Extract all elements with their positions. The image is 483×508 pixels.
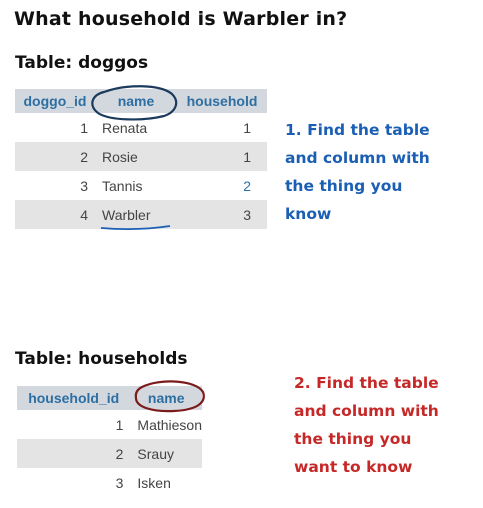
household-name-cell: Isken bbox=[137, 474, 171, 491]
doggos-table: doggo_id name household 1 Renata 1 2 Ros… bbox=[15, 89, 267, 229]
annotation-note-2: 2. Find the table and column with the th… bbox=[294, 374, 439, 476]
table-row: 3 Tannis 2 bbox=[15, 171, 267, 200]
household-id-cell: 3 bbox=[115, 474, 124, 491]
annotation-note-1: 1. Find the table and column with the th… bbox=[285, 121, 430, 223]
household-name-cell: Srauy bbox=[130, 439, 202, 468]
households-header-row: household_id name bbox=[17, 386, 202, 410]
table-row: 1 Renata 1 bbox=[15, 113, 267, 142]
doggos-col-name: name bbox=[95, 89, 177, 113]
table-row: 4 Warbler 3 bbox=[15, 200, 267, 229]
doggos-table-label: Table: doggos bbox=[15, 53, 149, 73]
household-id-cell: 1 bbox=[115, 416, 124, 433]
doggos-header-row: doggo_id name household bbox=[15, 89, 267, 113]
doggo-id-cell: 4 bbox=[15, 200, 95, 229]
doggo-household-cell: 3 bbox=[177, 200, 267, 229]
households-col-name: name bbox=[130, 386, 202, 410]
doggo-name-cell: Warbler bbox=[95, 200, 177, 229]
households-col-household-id: household_id bbox=[17, 386, 131, 410]
table-row: 2 Srauy bbox=[17, 439, 202, 468]
households-table-label: Table: households bbox=[15, 349, 188, 369]
doggo-id-cell: 3 bbox=[80, 177, 88, 194]
doggo-household-cell: 1 bbox=[177, 142, 267, 171]
doggos-col-doggo-id: doggo_id bbox=[15, 89, 95, 113]
doggo-household-cell: 1 bbox=[243, 119, 251, 136]
doggo-name-cell: Rosie bbox=[95, 142, 177, 171]
doggo-id-cell: 1 bbox=[80, 119, 88, 136]
doggo-name-cell: Renata bbox=[102, 119, 148, 136]
table-row: 2 Rosie 1 bbox=[15, 142, 267, 171]
doggo-household-cell: 2 bbox=[243, 177, 251, 194]
table-row: 1 Mathieson bbox=[17, 410, 202, 439]
table-row: 3 Isken bbox=[17, 468, 202, 497]
doggo-id-cell: 2 bbox=[15, 142, 95, 171]
question-title: What household is Warbler in? bbox=[14, 8, 348, 30]
doggo-name-cell: Tannis bbox=[102, 177, 143, 194]
doggos-col-household: household bbox=[177, 89, 267, 113]
households-table: household_id name 1 Mathieson 2 Srauy 3 … bbox=[17, 386, 202, 497]
household-id-cell: 2 bbox=[17, 439, 131, 468]
household-name-cell: Mathieson bbox=[137, 416, 202, 433]
